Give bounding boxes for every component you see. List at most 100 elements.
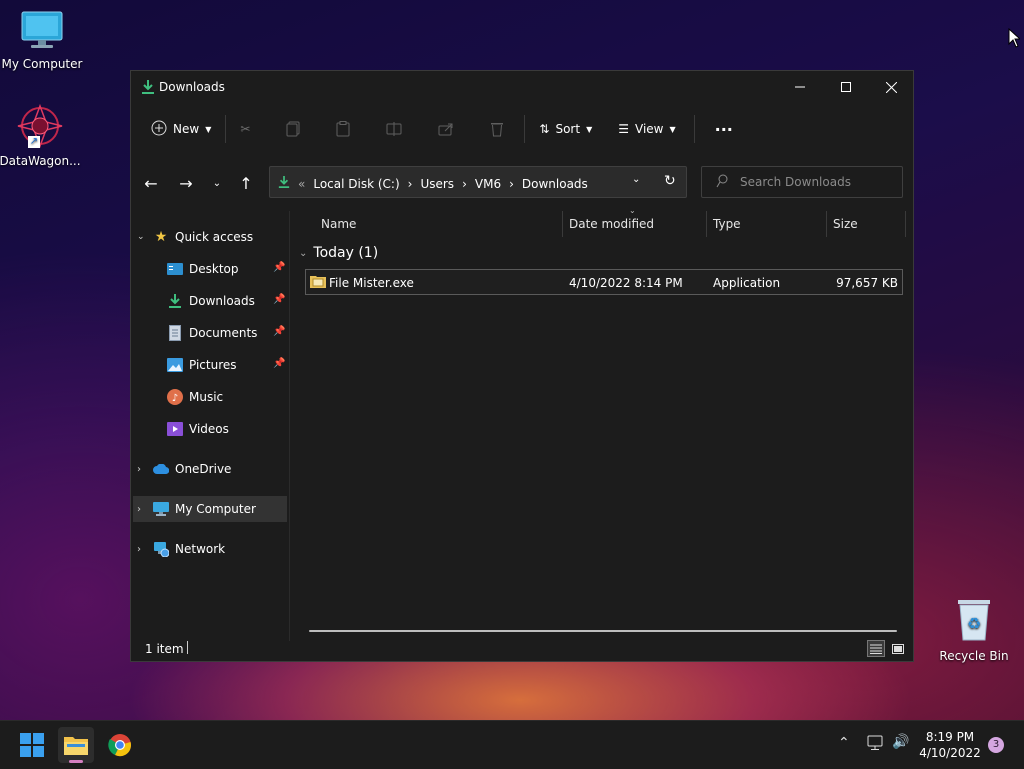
sidebar-item-desktop[interactable]: Desktop 📌 [167,256,287,282]
column-separator[interactable] [826,211,827,237]
close-button[interactable] [868,71,914,103]
sidebar-item-label: Network [175,542,226,556]
desktop-icon-datawagon[interactable]: ↗ DataWagon... [0,103,82,168]
window-title: Downloads [159,80,225,94]
tiles-view-button[interactable] [889,640,907,657]
recent-locations-button[interactable]: ⌄ [205,171,229,195]
chevron-right-icon: › [137,503,141,515]
music-icon: ♪ [167,389,183,405]
breadcrumb-separator-icon: › [462,176,467,191]
breadcrumb-users[interactable]: Users [420,177,454,191]
sidebar-item-label: Documents [189,326,258,340]
clock[interactable]: 8:19 PM 4/10/2022 [918,729,982,761]
status-bar: 1 item [131,639,913,661]
shortcut-arrow-icon: ↗ [28,136,40,148]
column-header-label: Size [833,217,858,231]
cut-button[interactable]: ✂ [232,113,258,145]
file-size: 97,657 KB [836,276,898,290]
column-separator[interactable] [706,211,707,237]
copy-button[interactable] [278,113,308,145]
maximize-button[interactable] [823,71,869,103]
scissors-icon: ✂ [240,122,251,136]
desktop-icon [167,261,183,277]
clock-time: 8:19 PM [925,730,975,744]
start-button[interactable] [14,727,50,763]
search-icon [716,174,728,191]
forward-button[interactable]: → [174,171,198,195]
refresh-icon[interactable]: ↻ [664,173,676,189]
search-box[interactable] [701,166,903,198]
horizontal-scrollbar[interactable] [309,630,897,632]
sidebar-item-label: OneDrive [175,462,232,476]
sort-indicator-icon: ⌄ [629,206,636,215]
sidebar-item-music[interactable]: ♪ Music [167,384,287,410]
chevron-down-icon: ⌄ [137,232,145,242]
sidebar-item-network[interactable]: › Network [137,536,225,562]
cloud-icon [153,461,169,477]
tiles-view-icon [892,643,904,654]
paste-button[interactable] [328,113,358,145]
column-header-size[interactable]: Size [833,211,858,237]
sidebar-item-videos[interactable]: Videos [167,416,287,442]
column-header-label: Date modified [569,217,655,231]
group-header-today[interactable]: ⌄ Today (1) [299,245,378,261]
table-row[interactable]: File Mister.exe 4/10/2022 8:14 PM Applic… [305,269,903,295]
rename-button[interactable] [378,113,410,145]
svg-text:♻: ♻ [967,614,981,633]
address-history-dropdown-icon[interactable]: ⌄ [632,174,640,185]
start-icon [20,733,44,757]
address-bar[interactable]: « Local Disk (C:) › Users › VM6 › Downlo… [269,166,687,198]
network-status-icon[interactable] [866,735,884,755]
sidebar-item-onedrive[interactable]: › OneDrive [137,456,231,482]
sidebar-item-label: My Computer [175,502,256,516]
download-icon [278,175,290,192]
chevron-right-icon: › [137,463,141,475]
ellipsis-icon: ··· [714,119,733,139]
share-icon [438,123,453,136]
up-button[interactable]: ↑ [234,171,258,195]
sidebar-item-my-computer[interactable]: › My Computer [133,496,287,522]
download-icon [141,79,155,98]
sidebar-item-quick-access[interactable]: ⌄ ★ Quick access [137,224,253,250]
column-header-name[interactable]: Name [321,211,356,237]
details-view-button[interactable] [867,640,885,657]
show-hidden-icons-button[interactable]: ⌃ [838,735,850,751]
share-button[interactable] [430,113,462,145]
sidebar-item-label: Desktop [189,262,239,276]
taskbar-file-explorer[interactable] [58,727,94,763]
breadcrumb-local-disk[interactable]: Local Disk (C:) [313,177,399,191]
view-button[interactable]: ☰ View ▼ [610,113,683,145]
more-options-button[interactable]: ··· [707,113,741,145]
pane-divider[interactable] [289,211,290,641]
taskbar-chrome[interactable] [102,727,138,763]
notification-badge[interactable]: 3 [988,737,1004,753]
column-header-type[interactable]: Type [713,211,741,237]
volume-icon[interactable]: 🔊 [892,734,909,750]
column-header-date-modified[interactable]: Date modified ⌄ [569,206,655,237]
search-input[interactable] [740,175,890,189]
breadcrumb-vm6[interactable]: VM6 [475,177,501,191]
back-button[interactable]: ← [139,171,163,195]
column-separator[interactable] [562,211,563,237]
breadcrumb-overflow[interactable]: « [298,177,305,191]
column-separator[interactable] [905,211,906,237]
sort-button[interactable]: ⇅ Sort ▼ [531,113,600,145]
active-app-indicator [69,760,83,763]
delete-button[interactable] [482,113,512,145]
desktop-icon-my-computer[interactable]: My Computer [0,10,84,71]
star-icon: ★ [154,229,168,245]
command-bar: New ▼ ✂ ⇅ Sort ▼ ☰ View ▼ ··· [131,103,913,155]
file-list: Name Date modified ⌄ Type Size ⌄ Today (… [291,206,913,651]
title-bar[interactable]: Downloads [131,71,913,103]
desktop-icon-recycle-bin[interactable]: ♻ Recycle Bin [932,596,1016,663]
minimize-icon [795,86,805,88]
sidebar-item-downloads[interactable]: Downloads 📌 [167,288,287,314]
chevron-down-icon: ▼ [205,124,212,134]
sort-label: Sort [555,122,581,136]
pictures-icon [167,357,183,373]
minimize-button[interactable] [777,71,823,103]
new-button[interactable]: New ▼ [143,113,219,145]
sidebar-item-pictures[interactable]: Pictures 📌 [167,352,287,378]
sidebar-item-documents[interactable]: Documents 📌 [167,320,287,346]
breadcrumb-downloads[interactable]: Downloads [522,177,588,191]
